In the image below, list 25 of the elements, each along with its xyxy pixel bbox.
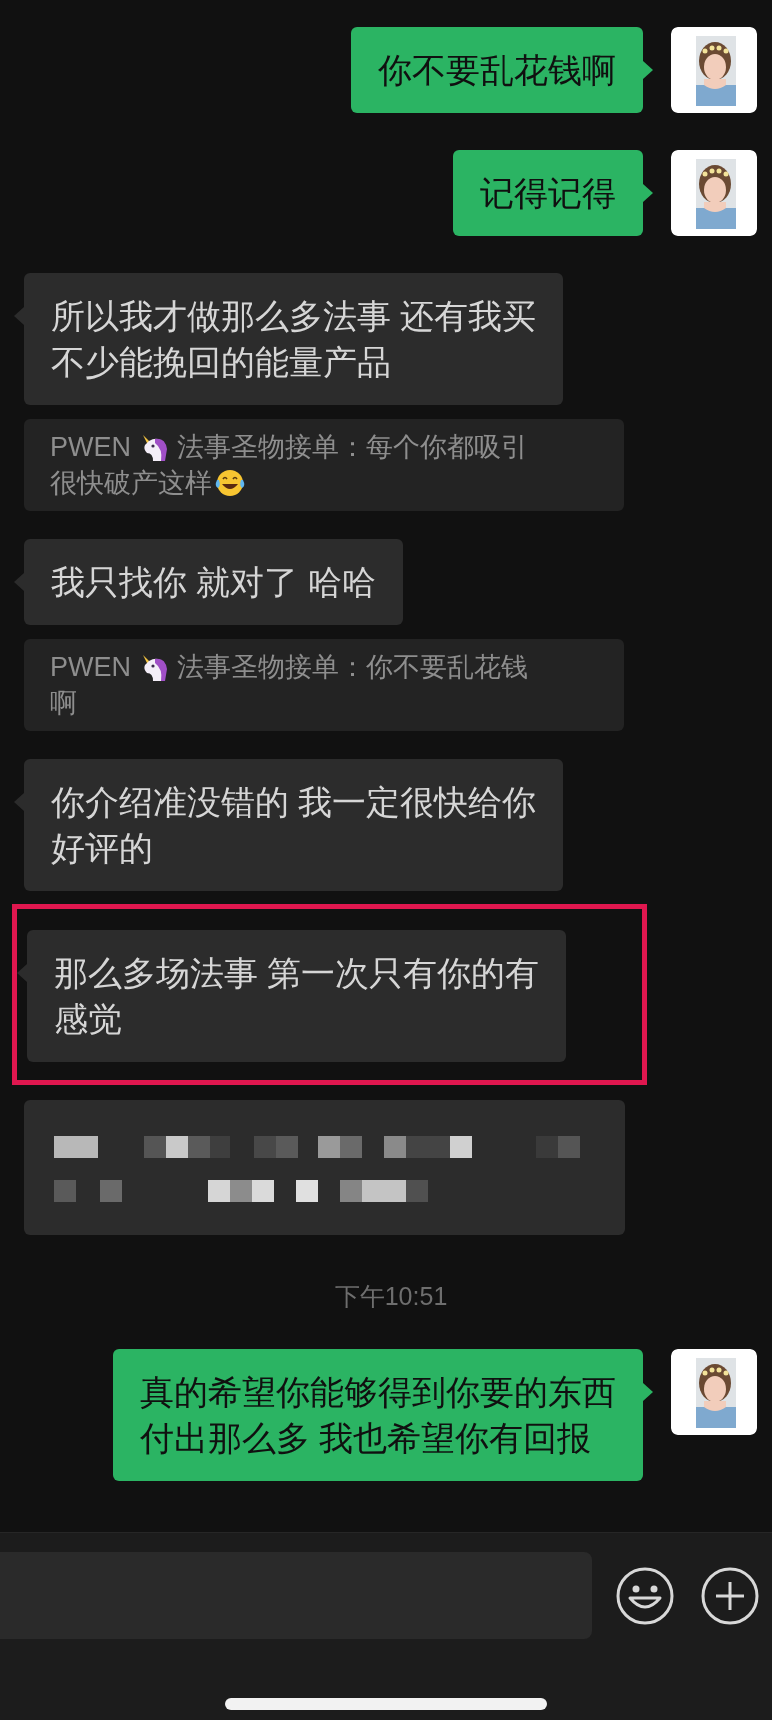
bubble-tail: [643, 61, 653, 79]
timestamp: 下午10:51: [334, 1281, 448, 1312]
message-bubble: 我只找你 就对了 哈哈: [24, 539, 403, 625]
bubble-tail: [643, 184, 653, 202]
add-icon: [700, 1565, 760, 1626]
message-bubble: 真的希望你能够得到你要的东西 付出那么多 我也希望你有回报: [113, 1349, 643, 1481]
message-bubble: 那么多场法事 第一次只有你的有 感觉: [27, 930, 567, 1062]
quote-line: 法事圣物接单：每个你都吸引: [177, 431, 528, 464]
quote-line: 啊: [50, 687, 77, 720]
quote-sender: PWEN: [50, 651, 131, 684]
message-bubble: 所以我才做那么多法事 还有我买 不少能挽回的能量产品: [24, 273, 564, 405]
bubble-tail: [14, 793, 24, 811]
quote-line: 法事圣物接单：你不要乱花钱: [177, 651, 528, 684]
message-bubble: 你不要乱花钱啊: [351, 27, 643, 113]
emoji-button[interactable]: [615, 1565, 675, 1626]
bubble-tail: [643, 1383, 653, 1401]
smiley-icon: [615, 1565, 675, 1626]
bubble-tail: [14, 307, 24, 325]
add-button[interactable]: [700, 1565, 760, 1626]
quote-sender: PWEN: [50, 431, 131, 464]
bubble-tail: [14, 573, 24, 591]
message-bubble: 记得记得: [453, 150, 643, 236]
message-bubble: 你介绍准没错的 我一定很快给你 好评的: [24, 759, 564, 891]
bubble-tail: [17, 964, 27, 982]
quote-line: 很快破产这样: [50, 467, 212, 500]
